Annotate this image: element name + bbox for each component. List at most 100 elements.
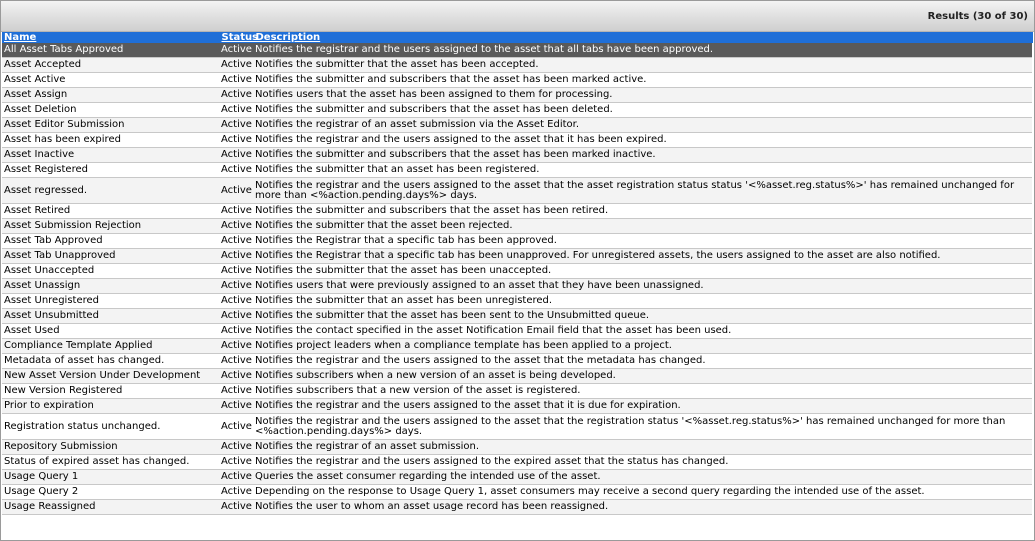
results-toolbar: Results (30 of 30) [1,1,1034,32]
cell-name: Status of expired asset has changed. [2,454,219,470]
cell-status: Active [219,218,253,234]
table-header-row: Name Status Description [2,32,1033,43]
cell-name: Usage Reassigned [2,499,219,515]
cell-name: New Version Registered [2,383,219,399]
cell-description: Notifies the registrar and the users ass… [253,177,1032,204]
table-row[interactable]: Asset Accepted Active Notifies the submitt… [2,57,1032,73]
table-row[interactable]: Asset Registered Active Notifies the submi… [2,162,1032,178]
cell-description: Notifies the registrar and the users ass… [253,454,1032,470]
cell-status: Active [219,353,253,369]
cell-name: All Asset Tabs Approved [2,43,219,58]
cell-status: Active [219,398,253,414]
cell-description: Notifies the submitter that the asset be… [253,218,1032,234]
cell-name: Registration status unchanged. [2,413,219,440]
table-row[interactable]: Asset Editor Submission Active Notifies th… [2,117,1032,133]
cell-status: Active [219,469,253,485]
table-row[interactable]: Asset Deletion Active Notifies the submitt… [2,102,1032,118]
table-row[interactable]: Asset Unregistered Active Notifies the sub… [2,293,1032,309]
cell-description: Notifies the submitter that the asset ha… [253,308,1032,324]
cell-description: Notifies the submitter that the asset ha… [253,57,1032,73]
table-row[interactable]: Asset Active Active Notifies the submitter… [2,72,1032,88]
cell-description: Notifies the submitter that the asset ha… [253,263,1032,279]
cell-status: Active [219,102,253,118]
cell-status: Active [219,413,253,440]
table-row[interactable]: Status of expired asset has changed. Acti… [2,454,1032,470]
table-row[interactable]: All Asset Tabs Approved Active Notifies th… [2,43,1032,58]
cell-status: Active [219,147,253,163]
cell-status: Active [219,323,253,339]
cell-status: Active [219,57,253,73]
table-row[interactable]: Asset Submission Rejection Active Notifies… [2,218,1032,234]
table-row[interactable]: Asset Assign Active Notifies users that th… [2,87,1032,103]
table-row[interactable]: Compliance Template Applied Active Notifie… [2,338,1032,354]
table-row[interactable]: Metadata of asset has changed. Active Noti… [2,353,1032,369]
cell-status: Active [219,263,253,279]
cell-status: Active [219,499,253,515]
cell-name: Asset Editor Submission [2,117,219,133]
table-row[interactable]: Asset Tab Unapproved Active Notifies the R… [2,248,1032,264]
cell-status: Active [219,87,253,103]
cell-description: Notifies the submitter that an asset has… [253,293,1032,309]
cell-status: Active [219,383,253,399]
table-row[interactable]: Asset Tab Approved Active Notifies the Reg… [2,233,1032,249]
cell-name: Asset Tab Unapproved [2,248,219,264]
column-header-name[interactable]: Name [2,32,220,43]
cell-description: Notifies subscribers that a new version … [253,383,1032,399]
table-row[interactable]: Registration status unchanged. Active Noti… [2,413,1032,440]
cell-description: Notifies the registrar of an asset submi… [253,117,1032,133]
cell-description: Notifies the submitter that an asset has… [253,162,1032,178]
table-row[interactable]: Usage Reassigned Active Notifies the user … [2,499,1032,515]
notifications-panel: Results (30 of 30) Name Status Descripti… [0,0,1035,541]
cell-name: Usage Query 2 [2,484,219,500]
cell-name: Asset regressed. [2,177,219,204]
cell-name: Asset Used [2,323,219,339]
cell-name: Compliance Template Applied [2,338,219,354]
table-row[interactable]: Repository Submission Active Notifies the … [2,439,1032,455]
cell-name: Asset Tab Approved [2,233,219,249]
table-row[interactable]: New Version Registered Active Notifies sub… [2,383,1032,399]
cell-status: Active [219,72,253,88]
cell-name: Asset Registered [2,162,219,178]
table-row[interactable]: Asset Retired Active Notifies the submitte… [2,203,1032,219]
table-row[interactable]: Prior to expiration Active Notifies the re… [2,398,1032,414]
table-row[interactable]: Asset Unassign Active Notifies users that … [2,278,1032,294]
cell-status: Active [219,132,253,148]
cell-description: Notifies the registrar and the users ass… [253,43,1032,58]
cell-description: Notifies the submitter and subscribers t… [253,147,1032,163]
cell-name: Prior to expiration [2,398,219,414]
table-row[interactable]: Asset has been expired Active Notifies the… [2,132,1032,148]
cell-description: Notifies subscribers when a new version … [253,368,1032,384]
cell-description: Notifies users that the asset has been a… [253,87,1032,103]
cell-description: Depending on the response to Usage Query… [253,484,1032,500]
table-row[interactable]: Asset Unsubmitted Active Notifies the subm… [2,308,1032,324]
cell-status: Active [219,162,253,178]
table-row[interactable]: New Asset Version Under Development Activ… [2,368,1032,384]
cell-description: Notifies the registrar and the users ass… [253,413,1032,440]
cell-status: Active [219,43,253,58]
cell-name: Asset has been expired [2,132,219,148]
table-row[interactable]: Usage Query 1 Active Queries the asset con… [2,469,1032,485]
cell-name: Repository Submission [2,439,219,455]
cell-status: Active [219,203,253,219]
table-row[interactable]: Asset Inactive Active Notifies the submitt… [2,147,1032,163]
table-row[interactable]: Asset Used Active Notifies the contact spe… [2,323,1032,339]
cell-name: Asset Deletion [2,102,219,118]
cell-name: Asset Unassign [2,278,219,294]
cell-name: Asset Submission Rejection [2,218,219,234]
cell-description: Notifies the user to whom an asset usage… [253,499,1032,515]
cell-status: Active [219,454,253,470]
table-row[interactable]: Asset Unaccepted Active Notifies the submi… [2,263,1032,279]
cell-status: Active [219,368,253,384]
cell-status: Active [219,248,253,264]
cell-status: Active [219,308,253,324]
cell-description: Notifies the Registrar that a specific t… [253,248,1032,264]
cell-description: Notifies the Registrar that a specific t… [253,233,1032,249]
table-row[interactable]: Asset regressed. Active Notifies the regis… [2,177,1032,204]
cell-status: Active [219,484,253,500]
column-header-description[interactable]: Description [253,32,1033,43]
column-header-status[interactable]: Status [219,32,258,43]
cell-name: New Asset Version Under Development [2,368,219,384]
cell-name: Asset Accepted [2,57,219,73]
cell-status: Active [219,177,253,204]
table-row[interactable]: Usage Query 2 Active Depending on the resp… [2,484,1032,500]
